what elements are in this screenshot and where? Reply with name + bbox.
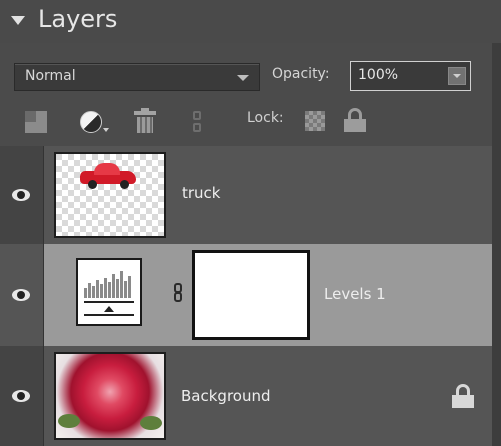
lock-transparency-icon[interactable]	[305, 111, 325, 131]
eye-icon[interactable]	[12, 189, 30, 201]
scrollbar[interactable]	[492, 43, 501, 446]
eye-icon[interactable]	[12, 390, 30, 402]
panel-header[interactable]: Layers	[0, 0, 501, 43]
levels-adjustment-icon[interactable]	[76, 258, 142, 326]
eye-icon[interactable]	[12, 289, 30, 301]
layer-row-levels-1[interactable]: Levels 1	[0, 244, 501, 346]
truck-image	[80, 162, 136, 189]
opacity-value: 100%	[358, 67, 399, 83]
lock-all-icon[interactable]	[344, 108, 366, 132]
collapse-arrow-icon[interactable]	[11, 16, 25, 25]
opacity-slider-button[interactable]	[448, 67, 466, 85]
layer-name[interactable]: Background	[181, 387, 271, 405]
leaf-shape	[140, 416, 162, 430]
visibility-toggle[interactable]	[0, 346, 44, 446]
blend-mode-value: Normal	[25, 68, 76, 84]
layer-name[interactable]: truck	[182, 184, 221, 202]
layer-thumbnail-background[interactable]	[54, 352, 166, 440]
mask-link-icon[interactable]	[174, 283, 182, 303]
link-layers-icon[interactable]	[192, 111, 204, 133]
visibility-toggle[interactable]	[0, 244, 44, 346]
panel-title: Layers	[38, 5, 118, 33]
layer-row-truck[interactable]: truck	[0, 146, 501, 244]
trash-icon[interactable]	[134, 108, 156, 133]
adjustment-layer-icon[interactable]	[80, 111, 102, 133]
layer-mask-thumbnail[interactable]	[192, 250, 310, 340]
opacity-label: Opacity:	[272, 66, 330, 82]
chevron-down-icon	[237, 75, 249, 81]
layer-row-background[interactable]: Background	[0, 346, 501, 446]
lock-label: Lock:	[247, 110, 284, 126]
adjustment-menu-caret-icon[interactable]	[103, 128, 109, 132]
layer-thumbnail-truck[interactable]	[54, 152, 166, 238]
blend-mode-dropdown[interactable]: Normal	[14, 63, 260, 91]
new-layer-icon[interactable]	[25, 111, 47, 133]
visibility-toggle[interactable]	[0, 146, 44, 244]
layers-panel: Layers Normal Opacity: 100% Lock: truck …	[0, 0, 501, 446]
opacity-field[interactable]: 100%	[350, 61, 471, 91]
layer-locked-icon	[452, 384, 474, 408]
layer-list: truck Levels 1 Background	[0, 146, 501, 446]
rose-image	[58, 414, 80, 428]
layer-name[interactable]: Levels 1	[324, 285, 386, 303]
